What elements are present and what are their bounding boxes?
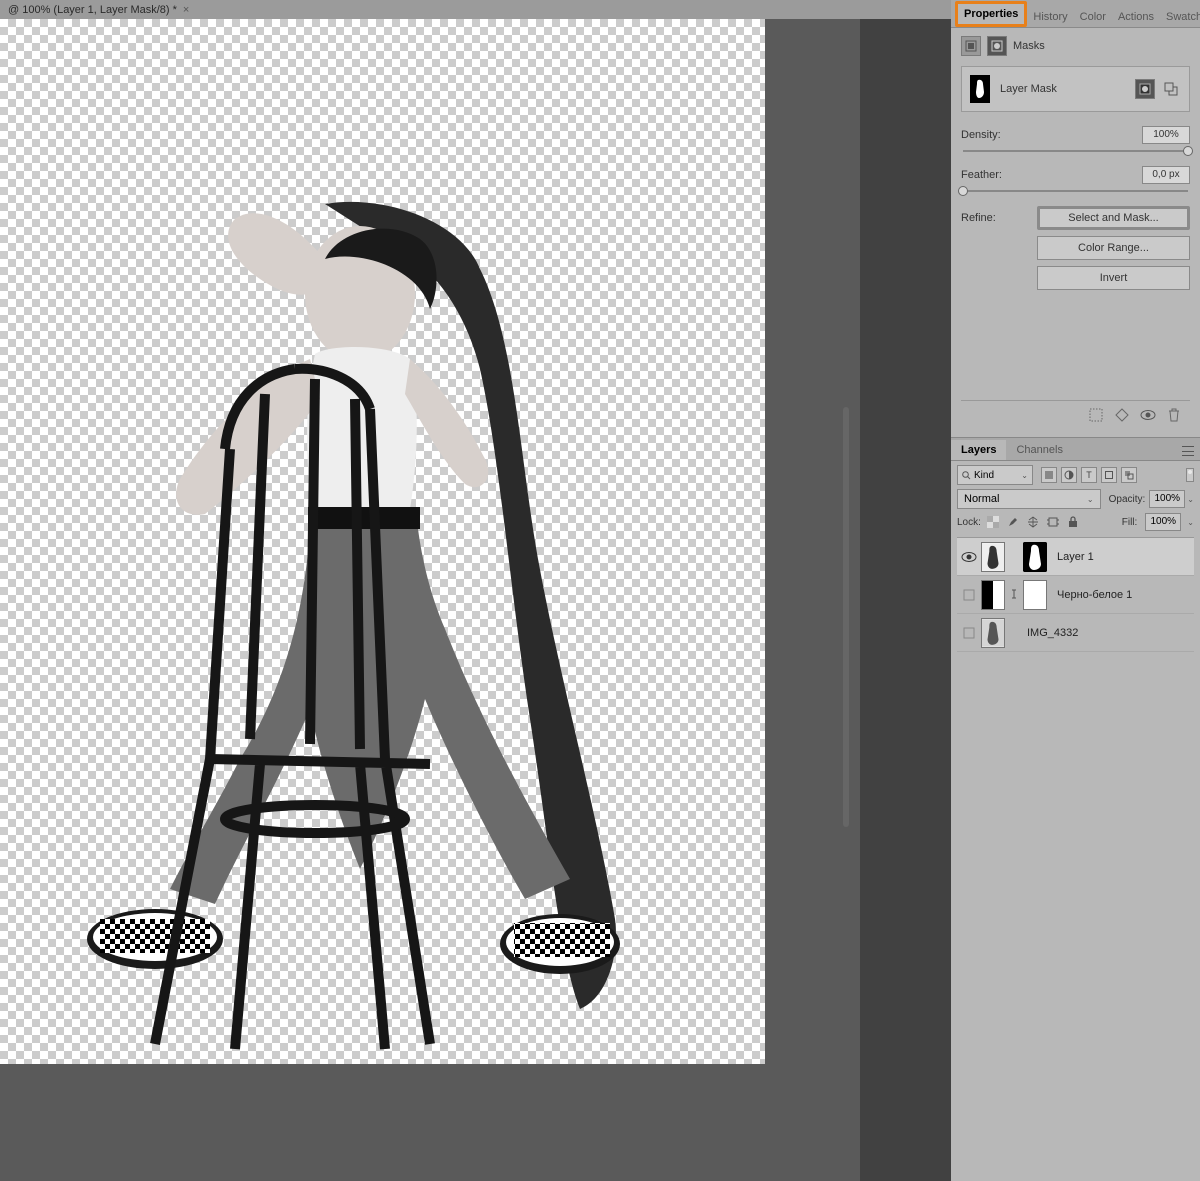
- feather-label: Feather:: [961, 169, 1002, 181]
- canvas-area: [0, 19, 860, 1181]
- layer-name[interactable]: IMG_4332: [1027, 627, 1078, 639]
- blend-mode-select[interactable]: Normal⌄: [957, 489, 1101, 509]
- layer-mask-row: Layer Mask: [961, 66, 1190, 112]
- pixel-mask-icon[interactable]: [961, 36, 981, 56]
- slider-thumb[interactable]: [1183, 146, 1193, 156]
- tab-properties[interactable]: Properties: [955, 1, 1027, 27]
- fill-label: Fill:: [1122, 517, 1138, 528]
- properties-footer: [961, 400, 1190, 429]
- load-selection-icon[interactable]: [1088, 407, 1104, 423]
- feather-slider[interactable]: [963, 190, 1188, 192]
- trash-icon[interactable]: [1166, 407, 1182, 423]
- opacity-label: Opacity:: [1109, 494, 1146, 505]
- panel-menu-icon[interactable]: [1176, 442, 1200, 460]
- lock-all-icon[interactable]: [1065, 514, 1081, 530]
- layer-name[interactable]: Черно-белое 1: [1057, 589, 1132, 601]
- mask-thumbnail[interactable]: [970, 75, 990, 103]
- layer-row[interactable]: IMG_4332: [957, 614, 1194, 652]
- subject-image: [60, 199, 630, 1069]
- layer-name[interactable]: Layer 1: [1057, 551, 1094, 563]
- layer-row[interactable]: Черно-белое 1: [957, 576, 1194, 614]
- lock-label: Lock:: [957, 517, 981, 528]
- filter-adjust-icon[interactable]: [1061, 467, 1077, 483]
- blend-row: Normal⌄ Opacity: 100% ⌄: [957, 489, 1194, 509]
- search-icon: [962, 471, 971, 480]
- masks-label: Masks: [1013, 40, 1045, 52]
- density-label: Density:: [961, 129, 1001, 141]
- layer-row[interactable]: Layer 1: [957, 538, 1194, 576]
- visibility-eye-icon[interactable]: [961, 549, 977, 565]
- lock-position-icon[interactable]: [1025, 514, 1041, 530]
- fill-value[interactable]: 100%: [1145, 513, 1181, 531]
- canvas-checker[interactable]: [0, 19, 765, 1064]
- kind-select[interactable]: Kind ⌄: [957, 465, 1033, 485]
- lock-transparent-icon[interactable]: [985, 514, 1001, 530]
- filter-toggle[interactable]: [1186, 468, 1194, 482]
- layers-panel: Kind ⌄ T Normal⌄ Opacity: 100% ⌄ Lock:: [951, 461, 1200, 1181]
- close-icon[interactable]: ×: [183, 4, 189, 16]
- properties-panel: Masks Layer Mask Density: 100%: [951, 28, 1200, 437]
- layer-mask-thumbnail[interactable]: [1023, 580, 1047, 610]
- add-pixel-mask-icon[interactable]: [1135, 79, 1155, 99]
- vector-mask-icon[interactable]: [987, 36, 1007, 56]
- adjustment-thumbnail[interactable]: [981, 580, 1005, 610]
- vertical-scrollbar[interactable]: [843, 407, 849, 827]
- tab-history[interactable]: History: [1027, 7, 1073, 27]
- filter-type-icon[interactable]: T: [1081, 467, 1097, 483]
- density-value[interactable]: 100%: [1142, 126, 1190, 144]
- refine-row: Refine: Select and Mask... Color Range..…: [961, 206, 1190, 290]
- slider-thumb[interactable]: [958, 186, 968, 196]
- tab-layers[interactable]: Layers: [951, 440, 1006, 460]
- properties-tabs: Properties History Color Actions Swatche…: [951, 0, 1200, 28]
- properties-header: Masks: [961, 36, 1190, 56]
- hamburger-icon: [1182, 446, 1194, 456]
- layer-thumbnail[interactable]: [981, 618, 1005, 648]
- layer-filter-row: Kind ⌄ T: [957, 465, 1194, 485]
- opacity-value[interactable]: 100%: [1149, 490, 1185, 508]
- tab-channels[interactable]: Channels: [1006, 440, 1072, 460]
- add-vector-mask-icon[interactable]: [1161, 79, 1181, 99]
- filter-smart-icon[interactable]: [1121, 467, 1137, 483]
- feather-row: Feather: 0,0 px: [961, 166, 1190, 192]
- layer-mask-label: Layer Mask: [1000, 83, 1057, 95]
- visibility-box[interactable]: [961, 625, 977, 641]
- disable-mask-icon[interactable]: [1140, 407, 1156, 423]
- filter-shape-icon[interactable]: [1101, 467, 1117, 483]
- document-tab[interactable]: @ 100% (Layer 1, Layer Mask/8) * ×: [0, 4, 197, 16]
- lock-brush-icon[interactable]: [1005, 514, 1021, 530]
- apply-mask-icon[interactable]: [1114, 407, 1130, 423]
- color-range-button[interactable]: Color Range...: [1037, 236, 1190, 260]
- select-and-mask-button[interactable]: Select and Mask...: [1037, 206, 1190, 230]
- layer-list: Layer 1 Черно-белое 1: [957, 537, 1194, 652]
- feather-value[interactable]: 0,0 px: [1142, 166, 1190, 184]
- panels-column: Properties History Color Actions Swatche…: [951, 0, 1200, 1181]
- refine-label: Refine:: [961, 206, 1031, 224]
- visibility-box[interactable]: [961, 587, 977, 603]
- lock-artboard-icon[interactable]: [1045, 514, 1061, 530]
- tab-actions[interactable]: Actions: [1112, 7, 1160, 27]
- layers-tabs: Layers Channels: [951, 437, 1200, 461]
- document-title: @ 100% (Layer 1, Layer Mask/8) *: [8, 4, 177, 16]
- layer-mask-thumbnail[interactable]: [1023, 542, 1047, 572]
- lock-row: Lock: Fill: 100% ⌄: [957, 513, 1194, 531]
- link-icon[interactable]: [1009, 589, 1019, 601]
- tab-swatches[interactable]: Swatches: [1160, 7, 1200, 27]
- density-row: Density: 100%: [961, 126, 1190, 152]
- tab-color[interactable]: Color: [1074, 7, 1112, 27]
- density-slider[interactable]: [963, 150, 1188, 152]
- invert-button[interactable]: Invert: [1037, 266, 1190, 290]
- filter-pixel-icon[interactable]: [1041, 467, 1057, 483]
- layer-thumbnail[interactable]: [981, 542, 1005, 572]
